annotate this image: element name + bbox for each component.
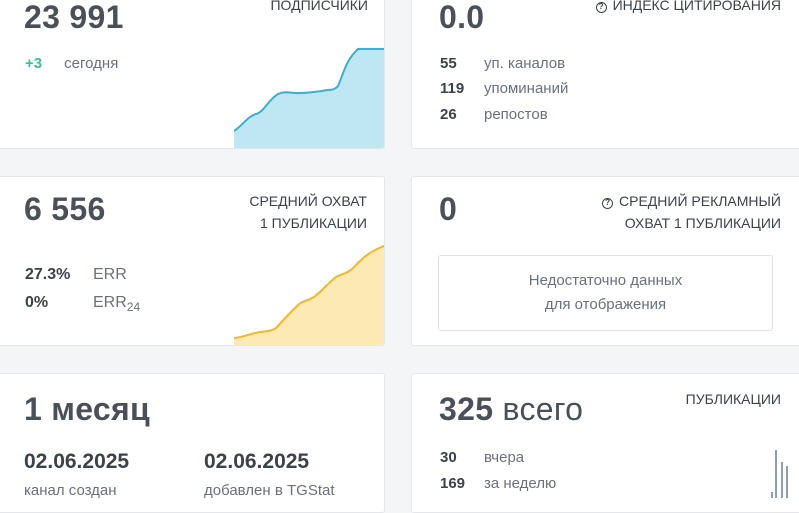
added-date: 02.06.2025	[204, 450, 310, 473]
citation-text: репостов	[484, 106, 548, 123]
created-label: канал создан	[24, 482, 117, 499]
err24-label: ERR24	[93, 294, 140, 314]
posts-row: 30 вчера	[440, 449, 524, 466]
info-icon[interactable]: ?	[602, 198, 614, 209]
err24-subscript: 24	[126, 300, 141, 315]
subscribers-count: 23 991	[24, 0, 124, 35]
age-value: 1 месяц	[24, 391, 150, 427]
subscribers-delta: +3	[25, 55, 43, 72]
posts-chart-bar	[786, 466, 788, 498]
reach-label-line2: 1 ПУБЛИКАЦИИ	[259, 215, 367, 231]
err24-value: 0%	[25, 294, 49, 311]
citation-index-value: 0.0	[439, 0, 485, 35]
err24-row: 0% ERR24	[25, 294, 140, 314]
reach-chart-area	[234, 246, 384, 345]
posts-row: 169 за неделю	[440, 475, 556, 492]
citation-label[interactable]: ? ИНДЕКС ЦИТИРОВАНИЯ	[595, 0, 781, 16]
citation-text: упоминаний	[484, 80, 569, 97]
subscribers-card: 23 991 ПОДПИСЧИКИ +3 сегодня	[0, 0, 385, 149]
ad-reach-label-line1: ? СРЕДНИЙ РЕКЛАМНЫЙ	[602, 190, 781, 212]
citation-row: 119 упоминаний	[440, 80, 568, 97]
err-label: ERR	[93, 266, 127, 283]
subscribers-label: ПОДПИСЧИКИ	[270, 0, 368, 13]
reach-card: 6 556 СРЕДНИЙ ОХВАТ 1 ПУБЛИКАЦИИ 27.3% ER…	[0, 176, 385, 346]
ad-reach-label-line2: ОХВАТ 1 ПУБЛИКАЦИИ	[624, 215, 781, 231]
err24-label-text: ERR	[93, 294, 127, 311]
err-row: 27.3% ERR	[25, 266, 127, 284]
citation-text: уп. каналов	[484, 55, 566, 72]
reach-label: СРЕДНИЙ ОХВАТ 1 ПУБЛИКАЦИИ	[249, 190, 367, 234]
posts-text: за неделю	[484, 475, 557, 492]
err-value: 27.3%	[25, 266, 71, 283]
ad-reach-card: 0 ? СРЕДНИЙ РЕКЛАМНЫЙ ОХВАТ 1 ПУБЛИКАЦИИ …	[411, 176, 799, 346]
citation-num: 55	[440, 55, 457, 72]
reach-value: 6 556	[24, 191, 106, 227]
posts-count: 325	[439, 391, 494, 427]
posts-chart-bar	[775, 450, 777, 498]
posts-chart	[771, 450, 788, 498]
info-icon[interactable]: ?	[595, 2, 607, 13]
subscribers-delta-row: +3 сегодня	[25, 55, 118, 72]
citation-num: 119	[440, 80, 465, 97]
age-card: 1 месяц 02.06.2025 канал создан 02.06.20…	[0, 373, 385, 513]
posts-text: вчера	[484, 449, 525, 466]
posts-count-suffix: всего	[502, 391, 584, 427]
posts-num: 169	[440, 475, 466, 492]
empty-state: Недостаточно данных для отображения	[438, 255, 773, 331]
citation-row: 26 репостов	[440, 106, 548, 123]
added-label: добавлен в TGStat	[204, 482, 335, 499]
citation-row: 55 уп. каналов	[440, 55, 565, 72]
empty-state-line1: Недостаточно данных	[528, 272, 683, 289]
posts-num: 30	[440, 449, 457, 466]
ad-reach-label-line1-text: СРЕДНИЙ РЕКЛАМНЫЙ	[619, 193, 781, 209]
ad-reach-label[interactable]: ? СРЕДНИЙ РЕКЛАМНЫЙ ОХВАТ 1 ПУБЛИКАЦИИ	[602, 190, 781, 234]
posts-value: 325 всего	[439, 391, 583, 428]
subscribers-chart-area	[234, 49, 384, 148]
citation-num: 26	[440, 106, 457, 123]
subscribers-chart	[234, 48, 384, 148]
citation-label-text: ИНДЕКС ЦИТИРОВАНИЯ	[612, 0, 781, 13]
empty-state-line2: для отображения	[544, 296, 667, 313]
subscribers-delta-label: сегодня	[64, 55, 119, 72]
reach-chart	[234, 245, 384, 345]
posts-label: ПУБЛИКАЦИИ	[685, 391, 781, 407]
created-date: 02.06.2025	[24, 450, 130, 473]
posts-card: 325 всего ПУБЛИКАЦИИ 30 вчера 169 за недел…	[411, 373, 799, 513]
citation-card: 0.0 ? ИНДЕКС ЦИТИРОВАНИЯ 55 уп. каналов 11…	[411, 0, 799, 149]
ad-reach-value: 0	[439, 191, 458, 227]
reach-label-line1: СРЕДНИЙ ОХВАТ	[249, 193, 367, 209]
